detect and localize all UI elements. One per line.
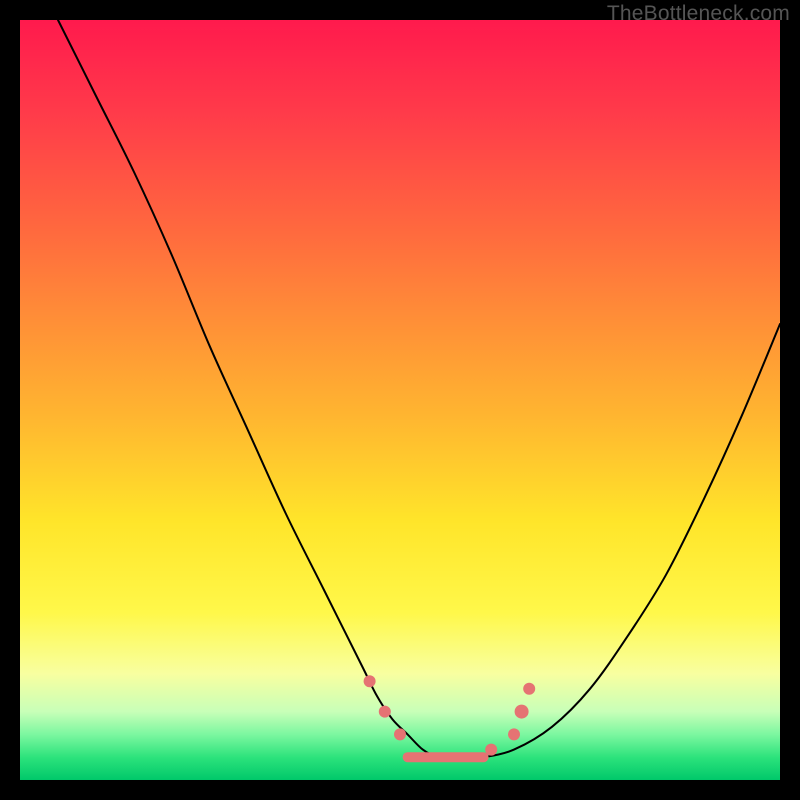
marker-group [364, 675, 536, 755]
curve-marker [394, 728, 406, 740]
curve-marker [523, 683, 535, 695]
curve-marker [485, 744, 497, 756]
bottleneck-curve [58, 20, 780, 758]
curve-marker [508, 728, 520, 740]
curve-marker [515, 705, 529, 719]
curve-marker [379, 706, 391, 718]
chart-frame: TheBottleneck.com [0, 0, 800, 800]
curve-marker [364, 675, 376, 687]
plot-area [20, 20, 780, 780]
watermark-text: TheBottleneck.com [607, 2, 790, 26]
curve-svg [20, 20, 780, 780]
